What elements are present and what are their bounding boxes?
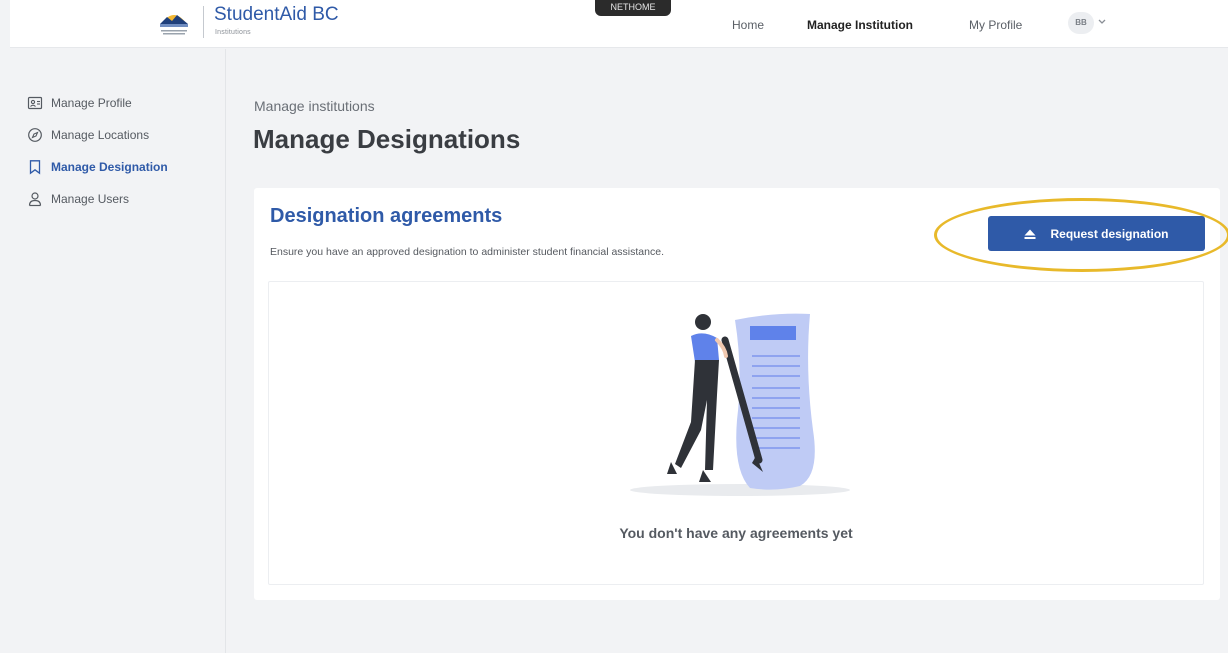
compass-icon (28, 128, 42, 142)
sidebar-item-label: Manage Users (51, 192, 130, 206)
designation-agreements-card: Designation agreements Ensure you have a… (254, 188, 1228, 600)
sidebar-item-label: Manage Locations (51, 128, 150, 142)
empty-state-message: You don't have any agreements yet (619, 525, 853, 541)
nav-manage-institution-link[interactable]: Manage Institution (807, 18, 913, 32)
empty-state-panel: You don't have any agreements yet (268, 281, 1204, 585)
nav-home-link[interactable]: Home (732, 18, 764, 32)
profile-card-icon (27, 96, 43, 110)
sidebar-item-label: Manage Profile (51, 96, 132, 110)
empty-agreements-illustration (630, 313, 850, 496)
nav-my-profile-link[interactable]: My Profile (969, 18, 1022, 32)
card-description: Ensure you have an approved designation … (270, 246, 664, 258)
eject-icon (1024, 229, 1036, 239)
user-icon (28, 192, 42, 207)
sidebar-item-label: Manage Designation (51, 160, 168, 174)
request-designation-button[interactable]: Request designation (988, 216, 1205, 251)
sidebar: Manage Profile Manage Locations Manage D… (10, 49, 226, 653)
brand-subtitle: Institutions (215, 29, 251, 36)
card-title: Designation agreements (270, 205, 503, 227)
bc-government-logo[interactable] (155, 6, 193, 38)
bookmark-icon (29, 160, 41, 175)
brand-name[interactable]: StudentAid BC (214, 4, 339, 26)
chevron-down-icon[interactable] (1097, 16, 1107, 26)
user-avatar[interactable]: BB (1068, 12, 1094, 34)
request-designation-label: Request designation (1050, 226, 1169, 241)
sidebar-item-manage-designation[interactable]: Manage Designation (27, 158, 168, 176)
top-navigation-bar: StudentAid BC Institutions NETHOME Home … (10, 0, 1228, 48)
sidebar-item-manage-users[interactable]: Manage Users (27, 190, 129, 208)
breadcrumb: Manage institutions (254, 98, 375, 114)
page-title: Manage Designations (253, 124, 521, 154)
sidebar-item-manage-locations[interactable]: Manage Locations (27, 126, 149, 144)
logo-divider (203, 6, 204, 38)
sidebar-item-manage-profile[interactable]: Manage Profile (27, 94, 132, 112)
environment-badge: NETHOME (595, 0, 671, 16)
